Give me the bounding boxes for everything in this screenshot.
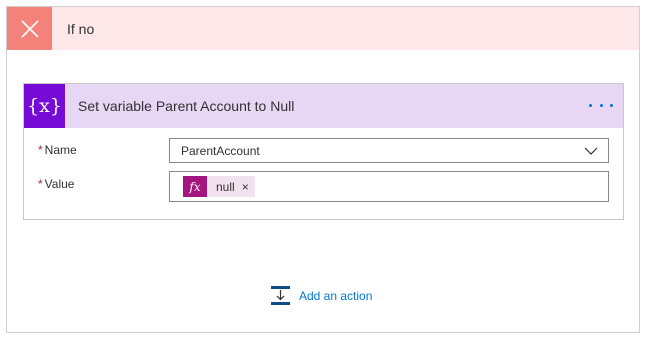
- expression-token[interactable]: fx null ×: [183, 176, 255, 197]
- value-field-label: * Value: [38, 177, 74, 191]
- more-dot: [599, 103, 603, 107]
- name-dropdown[interactable]: ParentAccount: [169, 138, 609, 163]
- name-field-label: * Name: [38, 143, 77, 157]
- add-action-button[interactable]: Add an action: [270, 285, 372, 306]
- more-dot: [589, 103, 592, 107]
- branch-title: If no: [67, 20, 95, 37]
- branch-header[interactable]: If no: [7, 7, 639, 50]
- set-variable-action-card: {x} Set variable Parent Account to Null …: [23, 83, 624, 220]
- name-label-text: Name: [44, 143, 77, 157]
- action-card-header[interactable]: {x} Set variable Parent Account to Null: [24, 84, 623, 128]
- variable-icon: {x}: [24, 84, 65, 128]
- add-action-icon: [270, 285, 291, 306]
- close-icon: [7, 7, 52, 50]
- value-label-text: Value: [44, 177, 75, 191]
- add-action-label: Add an action: [299, 288, 373, 303]
- name-dropdown-value: ParentAccount: [181, 143, 260, 158]
- action-title: Set variable Parent Account to Null: [78, 98, 295, 114]
- more-options-icon[interactable]: [589, 95, 613, 115]
- chevron-down-icon[interactable]: [584, 144, 598, 161]
- token-remove-icon[interactable]: ×: [242, 180, 249, 194]
- required-mark: *: [38, 177, 43, 191]
- function-icon: fx: [183, 176, 207, 197]
- condition-branch-container: If no {x} Set variable Parent Account to…: [6, 6, 640, 333]
- more-dot: [610, 103, 613, 107]
- value-input[interactable]: fx null ×: [169, 171, 609, 202]
- required-mark: *: [38, 143, 43, 157]
- token-text: null: [216, 179, 235, 194]
